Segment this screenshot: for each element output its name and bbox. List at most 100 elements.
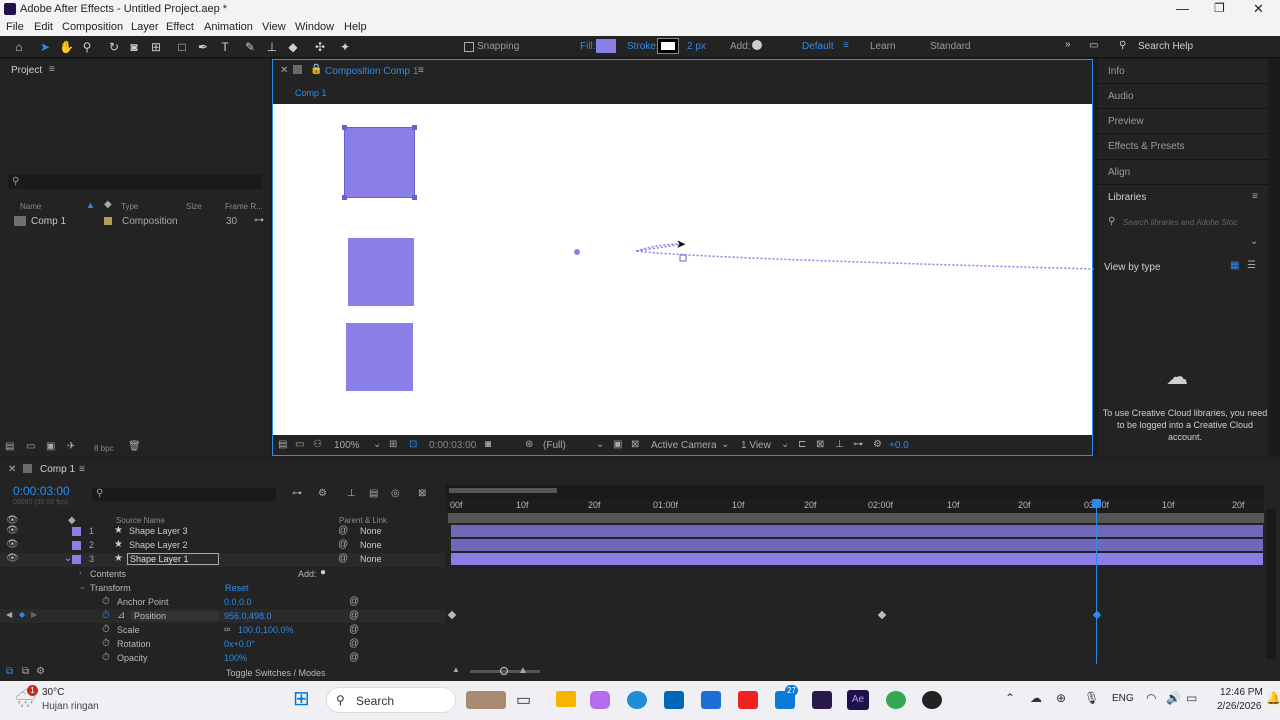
file-explorer-icon[interactable] (556, 691, 576, 707)
stopwatch-active-icon[interactable]: ⏱ (102, 610, 110, 621)
clock-time[interactable]: 12:46 PM (1220, 687, 1263, 698)
add-icon[interactable]: ● (320, 567, 326, 578)
view-by-type-select[interactable]: View by type (1104, 262, 1161, 273)
after-effects-taskbar-icon[interactable]: Ae (847, 690, 869, 710)
fit-icon[interactable]: ⊞ (389, 439, 397, 450)
snapping-checkbox[interactable] (464, 42, 474, 52)
search-help-icon[interactable]: ⚲ (1119, 40, 1126, 51)
layer-name[interactable]: Shape Layer 3 (129, 526, 188, 536)
info-panel[interactable]: Info (1108, 66, 1125, 77)
add-icon[interactable] (752, 40, 762, 50)
lock-icon[interactable]: 🔒 (310, 64, 322, 75)
right-scrollbar[interactable] (1269, 59, 1279, 456)
menu-effect[interactable]: Effect (166, 21, 194, 33)
stroke-width[interactable]: 2 px (687, 41, 706, 52)
chevron-down-icon[interactable]: ⌄ (373, 439, 381, 450)
maximize-icon[interactable]: ❐ (1214, 1, 1225, 15)
bit-depth[interactable]: 8 bpc (94, 444, 114, 453)
scale-value[interactable]: 100.0,100.0% (238, 625, 294, 635)
more-workspaces-icon[interactable]: » (1065, 39, 1071, 50)
close-icon[interactable]: ✕ (1253, 1, 1264, 17)
interpret-footage-icon[interactable]: ▤ (5, 441, 14, 452)
zoom-in-icon[interactable]: ▲ (518, 665, 528, 676)
project-search-input[interactable]: ⚲ (8, 175, 262, 189)
zoom-out-icon[interactable]: ▲ (452, 665, 460, 674)
visibility-icon[interactable]: 👁 (6, 553, 19, 564)
zoom-navigator[interactable] (449, 488, 557, 493)
comp-timecode[interactable]: 0:00:03:00 (429, 440, 476, 451)
battery-icon[interactable]: ▭ (1186, 691, 1197, 705)
frame-blending-icon[interactable]: ▤ (369, 488, 378, 499)
audio-panel[interactable]: Audio (1108, 91, 1134, 102)
label-color[interactable] (72, 527, 81, 536)
motion-path[interactable] (628, 234, 1094, 274)
shy-icon[interactable]: ⊥ (347, 488, 356, 499)
resolution-select[interactable]: (Full) (543, 440, 566, 451)
brush-tool-icon[interactable]: ✎ (243, 40, 257, 54)
stopwatch-icon[interactable]: ⏱ (102, 624, 110, 635)
pan-behind-tool-icon[interactable]: ⊞ (149, 40, 163, 54)
menu-edit[interactable]: Edit (34, 21, 53, 33)
onedrive-icon[interactable]: ☁ (1030, 691, 1042, 705)
show-hidden-icons[interactable]: ⌃ (1005, 691, 1015, 705)
snapshot-icon[interactable]: ◙ (485, 439, 491, 450)
parent-select[interactable]: None (360, 554, 382, 564)
motion-blur-icon[interactable]: ◎ (391, 488, 400, 499)
menu-layer[interactable]: Layer (131, 21, 159, 33)
selection-tool-icon[interactable]: ➤ (38, 40, 52, 54)
layer-row-selected[interactable]: 👁 ⌄ 3 ★ Shape Layer 1 @ None (0, 553, 445, 567)
zoom-select[interactable]: 100% (334, 440, 360, 451)
next-keyframe-icon[interactable]: ▶ (31, 610, 37, 619)
preview-panel[interactable]: Preview (1108, 116, 1144, 127)
home-icon[interactable]: ⌂ (12, 40, 26, 54)
zoom-slider-knob[interactable] (500, 667, 508, 675)
panel-menu-icon[interactable]: ≡ (49, 64, 55, 75)
layer-bar[interactable] (451, 539, 1263, 551)
rotation-value[interactable]: 0x+0.0° (224, 639, 255, 649)
chevron-down-icon[interactable]: ⌄ (721, 439, 729, 450)
stroke-swatch[interactable] (657, 38, 679, 54)
exposure-value[interactable]: +0.0 (889, 440, 909, 451)
transform-group[interactable]: Transform (90, 583, 131, 593)
expression-pickwhip-icon[interactable]: @ (349, 610, 359, 621)
constrain-proportions-icon[interactable]: ∞ (224, 624, 230, 634)
expression-pickwhip-icon[interactable]: @ (349, 652, 359, 663)
workspace-learn[interactable]: Learn (870, 41, 896, 52)
timeline-tab[interactable]: Comp 1 (40, 464, 75, 475)
shape-layer-3-square[interactable] (346, 323, 413, 391)
clone-stamp-tool-icon[interactable]: ⊥ (265, 40, 279, 54)
comp-flowchart-icon[interactable]: ⊶ (292, 488, 302, 499)
twirl-open-icon[interactable]: ⌄ (79, 582, 86, 591)
search-help-input[interactable]: Search Help (1138, 41, 1193, 52)
graph-icon[interactable]: ⊿ (117, 610, 125, 621)
transfer-controls-icon[interactable]: ⧉ (22, 666, 29, 677)
list-view-icon[interactable]: ☰ (1247, 260, 1256, 271)
col-size[interactable]: Size (186, 202, 202, 211)
composition-viewer[interactable]: ➤ (273, 104, 1094, 435)
shape-layer-2-square[interactable] (348, 238, 414, 306)
align-panel[interactable]: Align (1108, 167, 1130, 178)
3d-icon[interactable]: ⊠ (816, 439, 824, 450)
exposure-icon[interactable]: ⚙ (873, 439, 882, 450)
flowchart-icon[interactable]: ⊶ (853, 439, 863, 450)
zoom-tool-icon[interactable]: ⚲ (80, 40, 94, 54)
col-type[interactable]: Type (121, 202, 138, 211)
pickwhip-icon[interactable]: @ (338, 539, 348, 550)
bbox-handle[interactable] (342, 195, 347, 200)
language-indicator[interactable]: ENG (1112, 693, 1134, 704)
opacity-value[interactable]: 100% (224, 653, 247, 663)
toggle-switches-modes[interactable]: Toggle Switches / Modes (226, 668, 326, 678)
libraries-menu-icon[interactable]: ≡ (1252, 191, 1258, 202)
layer-row[interactable]: 👁 2 ★ Shape Layer 2 @ None (0, 539, 445, 553)
anchor-point-value[interactable]: 0.0,0.0 (224, 597, 252, 607)
time-ruler[interactable]: 00f 10f 20f 01:00f 10f 20f 02:00f 10f 20… (446, 499, 1264, 513)
keyframe[interactable] (877, 610, 887, 620)
keyframe[interactable] (447, 610, 457, 620)
layer-switches-icon[interactable]: ⧉ (6, 666, 13, 677)
stopwatch-icon[interactable]: ⏱ (102, 596, 110, 607)
keyframe[interactable] (1092, 610, 1102, 620)
project-settings-icon[interactable]: ✈ (67, 441, 75, 452)
col-source-name[interactable]: Source Name (116, 516, 165, 525)
playhead-line[interactable] (1096, 499, 1097, 664)
close-tab-icon[interactable]: ✕ (8, 464, 16, 475)
